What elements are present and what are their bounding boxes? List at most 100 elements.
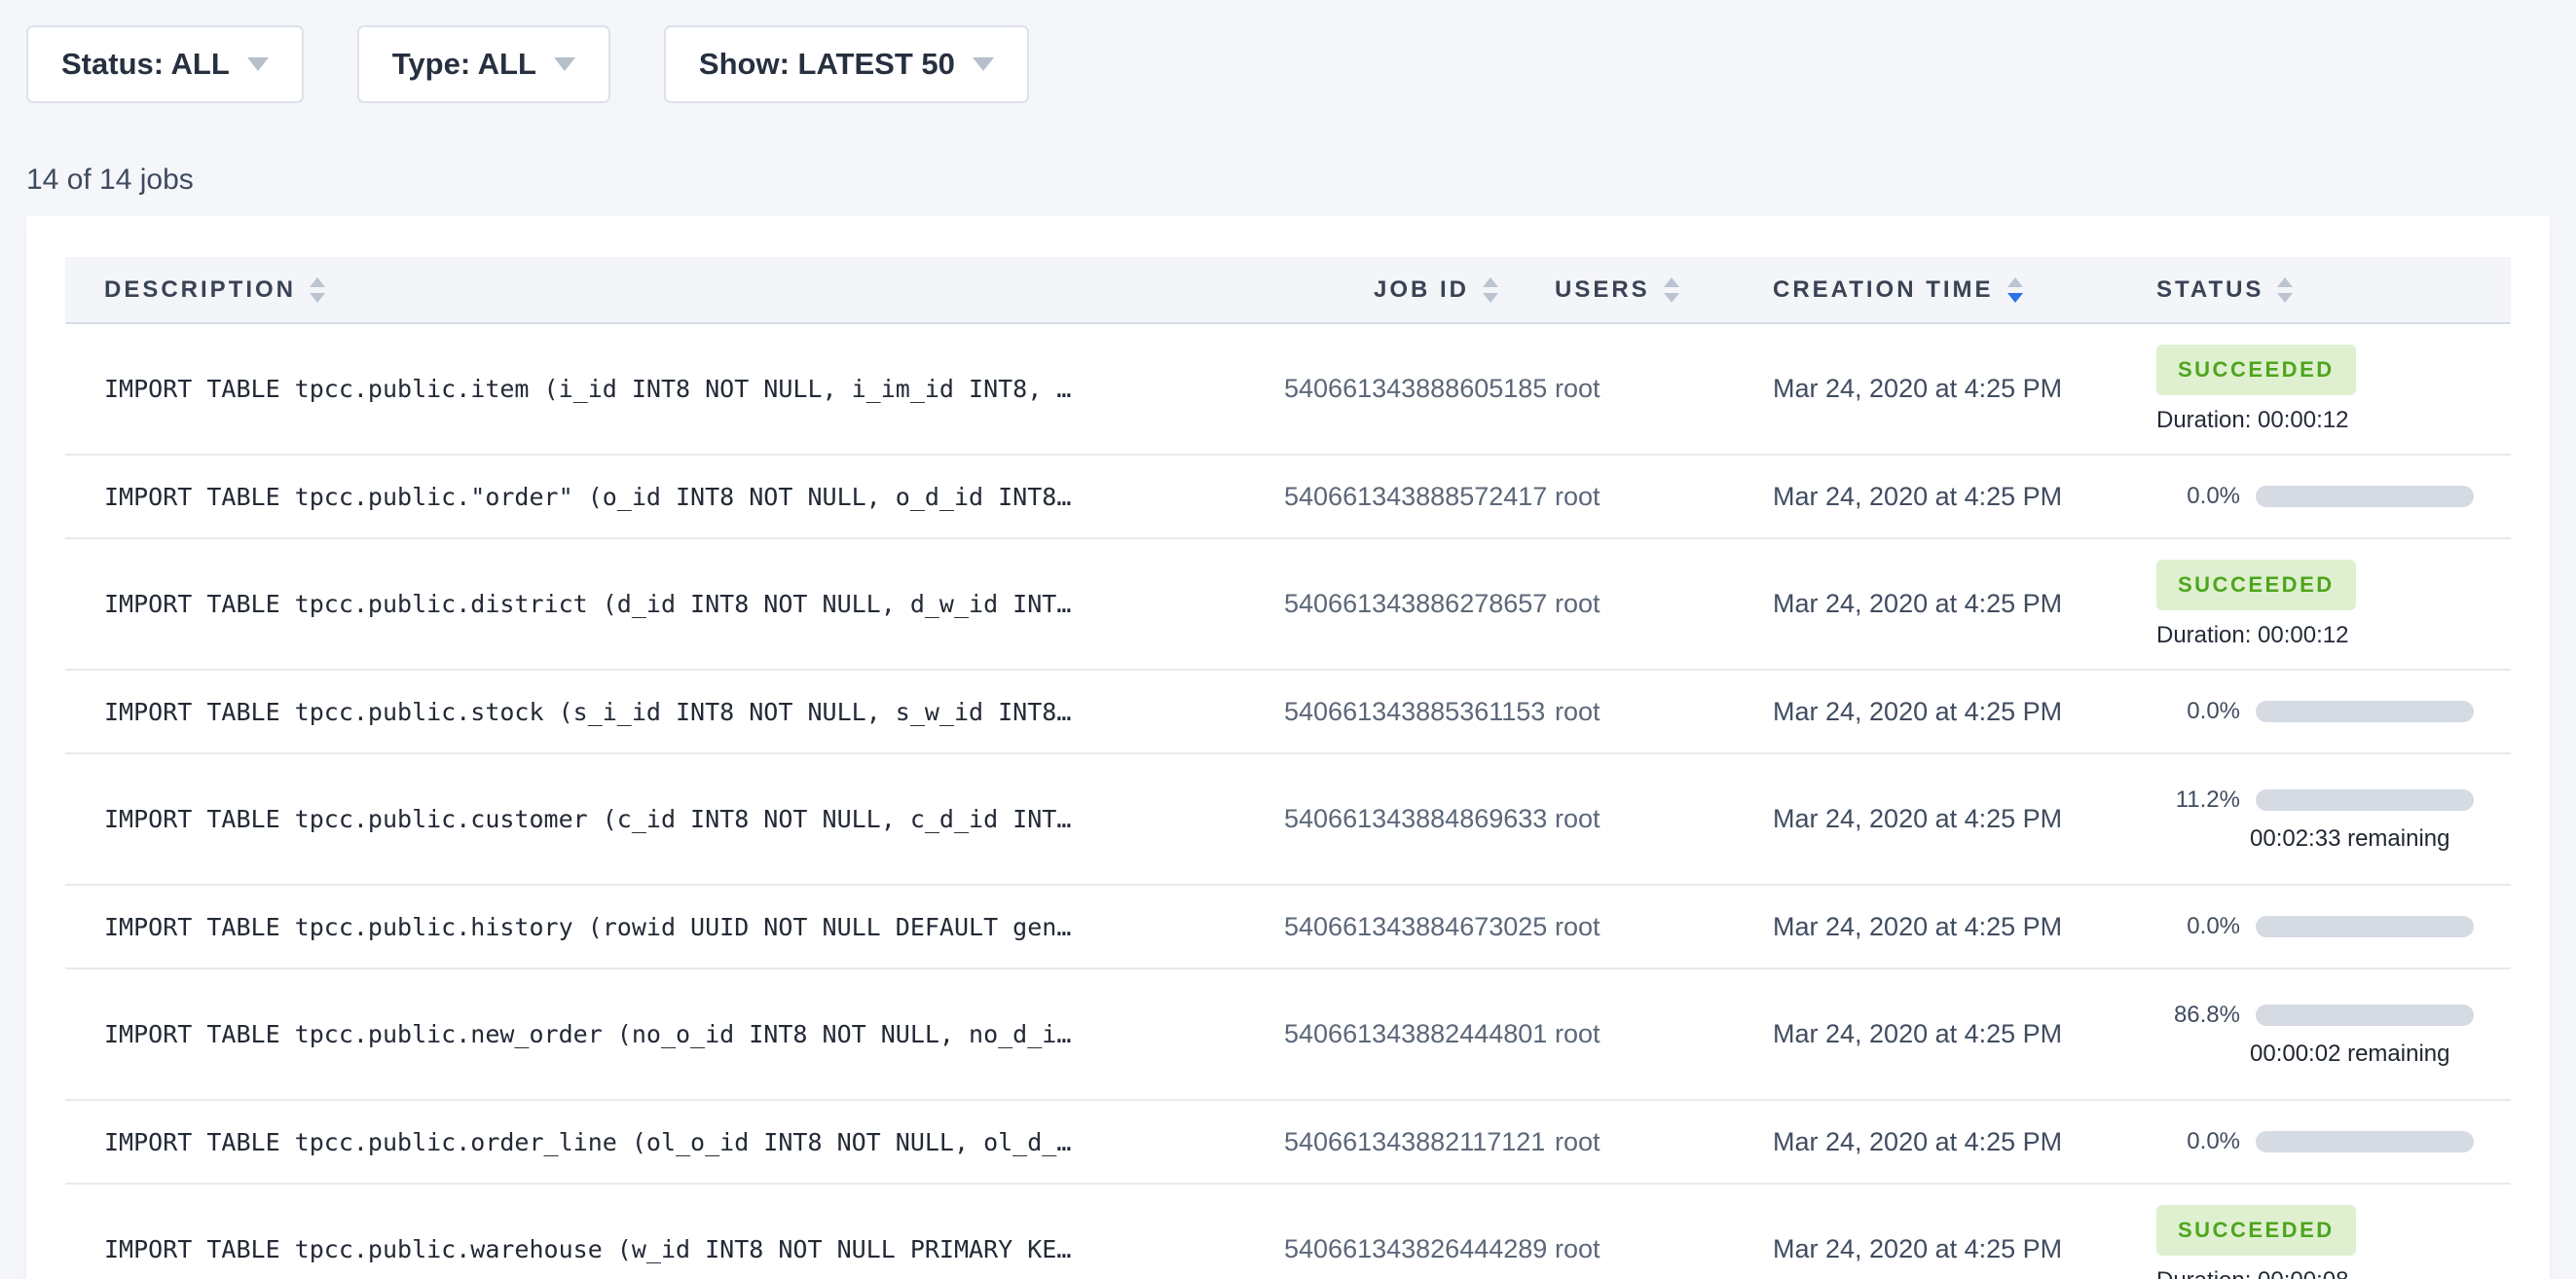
job-id: 540661343882444801 [1284, 968, 1498, 1100]
table-row[interactable]: IMPORT TABLE tpcc.public.stock (s_i_id I… [65, 670, 2511, 753]
table-row[interactable]: IMPORT TABLE tpcc.public.item (i_id INT8… [65, 323, 2511, 455]
column-header-creation-time[interactable]: CREATION TIME [1751, 257, 2073, 323]
table-header-row: DESCRIPTION JOB ID USERS [65, 257, 2511, 323]
progress-percent: 0.0% [2156, 698, 2240, 725]
progress-bar [2256, 1131, 2474, 1152]
job-creation-time: Mar 24, 2020 at 4:25 PM [1751, 968, 2073, 1100]
table-row[interactable]: IMPORT TABLE tpcc.public.order_line (ol_… [65, 1100, 2511, 1184]
column-label: USERS [1555, 276, 1650, 304]
column-header-description[interactable]: DESCRIPTION [65, 257, 1284, 323]
job-creation-time: Mar 24, 2020 at 4:25 PM [1751, 455, 2073, 538]
status-succeeded: SUCCEEDED Duration: 00:00:12 [2156, 345, 2511, 434]
job-creation-time: Mar 24, 2020 at 4:25 PM [1751, 1100, 2073, 1184]
show-filter-label: Show: LATEST 50 [699, 47, 955, 82]
progress-bar [2256, 1005, 2474, 1026]
sort-arrows-icon [2007, 277, 2023, 303]
job-description: IMPORT TABLE tpcc.public.customer (c_id … [65, 753, 1284, 885]
status-duration: Duration: 00:00:08 [2156, 1267, 2511, 1279]
column-label: CREATION TIME [1773, 276, 1994, 304]
show-filter-dropdown[interactable]: Show: LATEST 50 [664, 25, 1029, 103]
job-status-cell: 0.0% [2073, 455, 2511, 538]
sort-arrows-icon [1664, 277, 1679, 303]
status-duration: Duration: 00:00:12 [2156, 407, 2511, 434]
job-id: 540661343885361153 [1284, 670, 1498, 753]
job-status-cell: SUCCEEDED Duration: 00:00:08 [2073, 1184, 2511, 1279]
type-filter-dropdown[interactable]: Type: ALL [357, 25, 610, 103]
progress-bar [2256, 701, 2474, 722]
status-progress: 11.2% 00:02:33 remaining [2156, 786, 2511, 853]
job-id: 540661343884673025 [1284, 885, 1498, 968]
status-progress: 0.0% [2156, 1128, 2511, 1155]
progress-percent: 11.2% [2156, 786, 2240, 814]
job-creation-time: Mar 24, 2020 at 4:25 PM [1751, 670, 2073, 753]
status-badge: SUCCEEDED [2156, 345, 2356, 395]
job-status-cell: SUCCEEDED Duration: 00:00:12 [2073, 323, 2511, 455]
job-description: IMPORT TABLE tpcc.public.new_order (no_o… [65, 968, 1284, 1100]
job-status-cell: 0.0% [2073, 1100, 2511, 1184]
table-row[interactable]: IMPORT TABLE tpcc.public.history (rowid … [65, 885, 2511, 968]
progress-percent: 0.0% [2156, 913, 2240, 940]
progress-percent: 86.8% [2156, 1002, 2240, 1029]
column-header-users[interactable]: USERS [1498, 257, 1751, 323]
job-description: IMPORT TABLE tpcc.public.item (i_id INT8… [65, 323, 1284, 455]
jobs-card: DESCRIPTION JOB ID USERS [26, 216, 2550, 1279]
progress-bar [2256, 789, 2474, 811]
status-progress: 86.8% 00:00:02 remaining [2156, 1002, 2511, 1068]
sort-arrows-icon [310, 277, 325, 303]
progress-percent: 0.0% [2156, 483, 2240, 510]
sort-arrows-icon [1483, 277, 1498, 303]
job-status-cell: 0.0% [2073, 885, 2511, 968]
job-creation-time: Mar 24, 2020 at 4:25 PM [1751, 323, 2073, 455]
progress-bar [2256, 916, 2474, 937]
table-row[interactable]: IMPORT TABLE tpcc.public.customer (c_id … [65, 753, 2511, 885]
status-progress: 0.0% [2156, 698, 2511, 725]
status-succeeded: SUCCEEDED Duration: 00:00:08 [2156, 1205, 2511, 1279]
sort-arrows-icon [2277, 277, 2293, 303]
column-label: JOB ID [1374, 276, 1469, 304]
job-description: IMPORT TABLE tpcc.public.order_line (ol_… [65, 1100, 1284, 1184]
job-status-cell: 0.0% [2073, 670, 2511, 753]
job-creation-time: Mar 24, 2020 at 4:25 PM [1751, 753, 2073, 885]
status-progress: 0.0% [2156, 483, 2511, 510]
filter-bar: Status: ALL Type: ALL Show: LATEST 50 [0, 0, 2576, 103]
jobs-table-body: IMPORT TABLE tpcc.public.item (i_id INT8… [65, 323, 2511, 1279]
progress-remaining: 00:00:02 remaining [2250, 1041, 2511, 1068]
status-filter-label: Status: ALL [61, 47, 230, 82]
job-creation-time: Mar 24, 2020 at 4:25 PM [1751, 1184, 2073, 1279]
job-description: IMPORT TABLE tpcc.public.stock (s_i_id I… [65, 670, 1284, 753]
type-filter-label: Type: ALL [392, 47, 536, 82]
chevron-down-icon [973, 57, 994, 71]
jobs-table: DESCRIPTION JOB ID USERS [65, 257, 2511, 1279]
job-id: 540661343884869633 [1284, 753, 1498, 885]
job-status-cell: 11.2% 00:02:33 remaining [2073, 753, 2511, 885]
column-header-status[interactable]: STATUS [2073, 257, 2511, 323]
job-creation-time: Mar 24, 2020 at 4:25 PM [1751, 538, 2073, 670]
column-label: DESCRIPTION [104, 276, 296, 304]
job-description: IMPORT TABLE tpcc.public."order" (o_id I… [65, 455, 1284, 538]
table-row[interactable]: IMPORT TABLE tpcc.public.warehouse (w_id… [65, 1184, 2511, 1279]
job-id: 540661343882117121 [1284, 1100, 1498, 1184]
chevron-down-icon [554, 57, 575, 71]
status-succeeded: SUCCEEDED Duration: 00:00:12 [2156, 560, 2511, 649]
job-id: 540661343826444289 [1284, 1184, 1498, 1279]
status-progress: 0.0% [2156, 913, 2511, 940]
table-row[interactable]: IMPORT TABLE tpcc.public.district (d_id … [65, 538, 2511, 670]
job-id: 540661343888605185 [1284, 323, 1498, 455]
column-header-job-id[interactable]: JOB ID [1284, 257, 1498, 323]
job-status-cell: 86.8% 00:00:02 remaining [2073, 968, 2511, 1100]
job-id: 540661343888572417 [1284, 455, 1498, 538]
progress-bar [2256, 486, 2474, 507]
status-duration: Duration: 00:00:12 [2156, 622, 2511, 649]
jobs-count: 14 of 14 jobs [26, 164, 2576, 197]
progress-percent: 0.0% [2156, 1128, 2240, 1155]
status-badge: SUCCEEDED [2156, 1205, 2356, 1256]
status-badge: SUCCEEDED [2156, 560, 2356, 610]
status-filter-dropdown[interactable]: Status: ALL [26, 25, 304, 103]
table-row[interactable]: IMPORT TABLE tpcc.public."order" (o_id I… [65, 455, 2511, 538]
job-description: IMPORT TABLE tpcc.public.district (d_id … [65, 538, 1284, 670]
job-description: IMPORT TABLE tpcc.public.warehouse (w_id… [65, 1184, 1284, 1279]
job-user: root [1498, 1184, 1751, 1279]
column-label: STATUS [2156, 276, 2263, 304]
table-row[interactable]: IMPORT TABLE tpcc.public.new_order (no_o… [65, 968, 2511, 1100]
chevron-down-icon [247, 57, 269, 71]
